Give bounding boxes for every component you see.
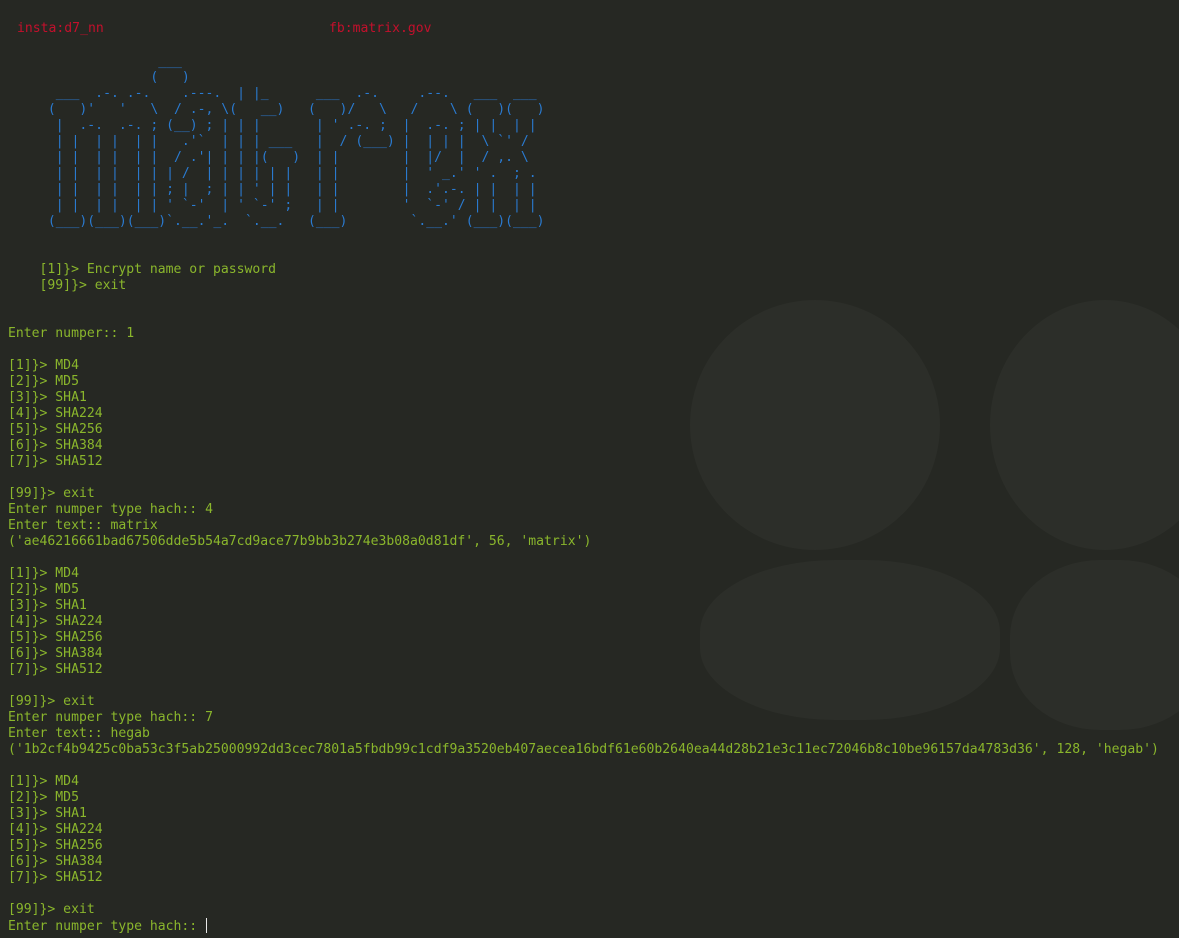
text-cursor[interactable] <box>206 918 208 933</box>
terminal-input-line[interactable]: Enter numper type hach:: <box>8 918 208 935</box>
hash-option-sha1: [3]}> SHA1 <box>8 806 87 821</box>
watermark-shape <box>1010 560 1179 730</box>
menu-exit: [99]}> exit <box>8 278 127 293</box>
hash-option-sha512: [7]}> SHA512 <box>8 454 103 469</box>
enter-number-prompt: Enter numper:: 1 <box>8 326 135 341</box>
hash-option-sha512: [7]}> SHA512 <box>8 662 103 677</box>
hash-option-sha384: [6]}> SHA384 <box>8 854 103 869</box>
hash-option-sha384: [6]}> SHA384 <box>8 438 103 453</box>
hash-result: ('1b2cf4b9425c0ba53c3f5ab25000992dd3cec7… <box>8 742 1159 757</box>
hash-option-sha384: [6]}> SHA384 <box>8 646 103 661</box>
hash-option-exit: [99]}> exit <box>8 694 95 709</box>
hash-option-md5: [2]}> MD5 <box>8 374 79 389</box>
fb-handle: fb:matrix.gov <box>329 21 432 36</box>
hash-option-sha1: [3]}> SHA1 <box>8 598 87 613</box>
hash-result: ('ae46216661bad67506dde5b54a7cd9ace77b9b… <box>8 534 592 549</box>
hash-option-sha256: [5]}> SHA256 <box>8 422 103 437</box>
hash-option-exit: [99]}> exit <box>8 486 95 501</box>
hash-option-md5: [2]}> MD5 <box>8 582 79 597</box>
watermark-shape <box>990 300 1179 550</box>
hash-option-exit: [99]}> exit <box>8 902 95 917</box>
text-prompt: Enter text:: hegab <box>8 726 150 741</box>
watermark-shape <box>690 300 940 550</box>
hash-option-sha224: [4]}> SHA224 <box>8 614 103 629</box>
matrix-ascii-banner: ___ ( ) ___ .-. .-. .---. | |_ ___ .-. .… <box>47 54 545 229</box>
hash-option-sha1: [3]}> SHA1 <box>8 390 87 405</box>
hash-option-sha224: [4]}> SHA224 <box>8 822 103 837</box>
menu-encrypt: [1]}> Encrypt name or password <box>8 262 277 277</box>
text-prompt: Enter text:: matrix <box>8 518 158 533</box>
hash-type-prompt: Enter numper type hach:: <box>8 919 206 934</box>
watermark-shape <box>700 560 1000 720</box>
hash-option-sha512: [7]}> SHA512 <box>8 870 103 885</box>
hash-option-sha256: [5]}> SHA256 <box>8 630 103 645</box>
hash-option-md5: [2]}> MD5 <box>8 790 79 805</box>
hash-option-sha224: [4]}> SHA224 <box>8 406 103 421</box>
hash-option-md4: [1]}> MD4 <box>8 774 79 789</box>
insta-handle: insta:d7_nn <box>17 21 104 36</box>
hash-option-md4: [1]}> MD4 <box>8 358 79 373</box>
hash-option-sha256: [5]}> SHA256 <box>8 838 103 853</box>
hash-type-prompt: Enter numper type hach:: 4 <box>8 502 213 517</box>
hash-option-md4: [1]}> MD4 <box>8 566 79 581</box>
hash-type-prompt: Enter numper type hach:: 7 <box>8 710 213 725</box>
